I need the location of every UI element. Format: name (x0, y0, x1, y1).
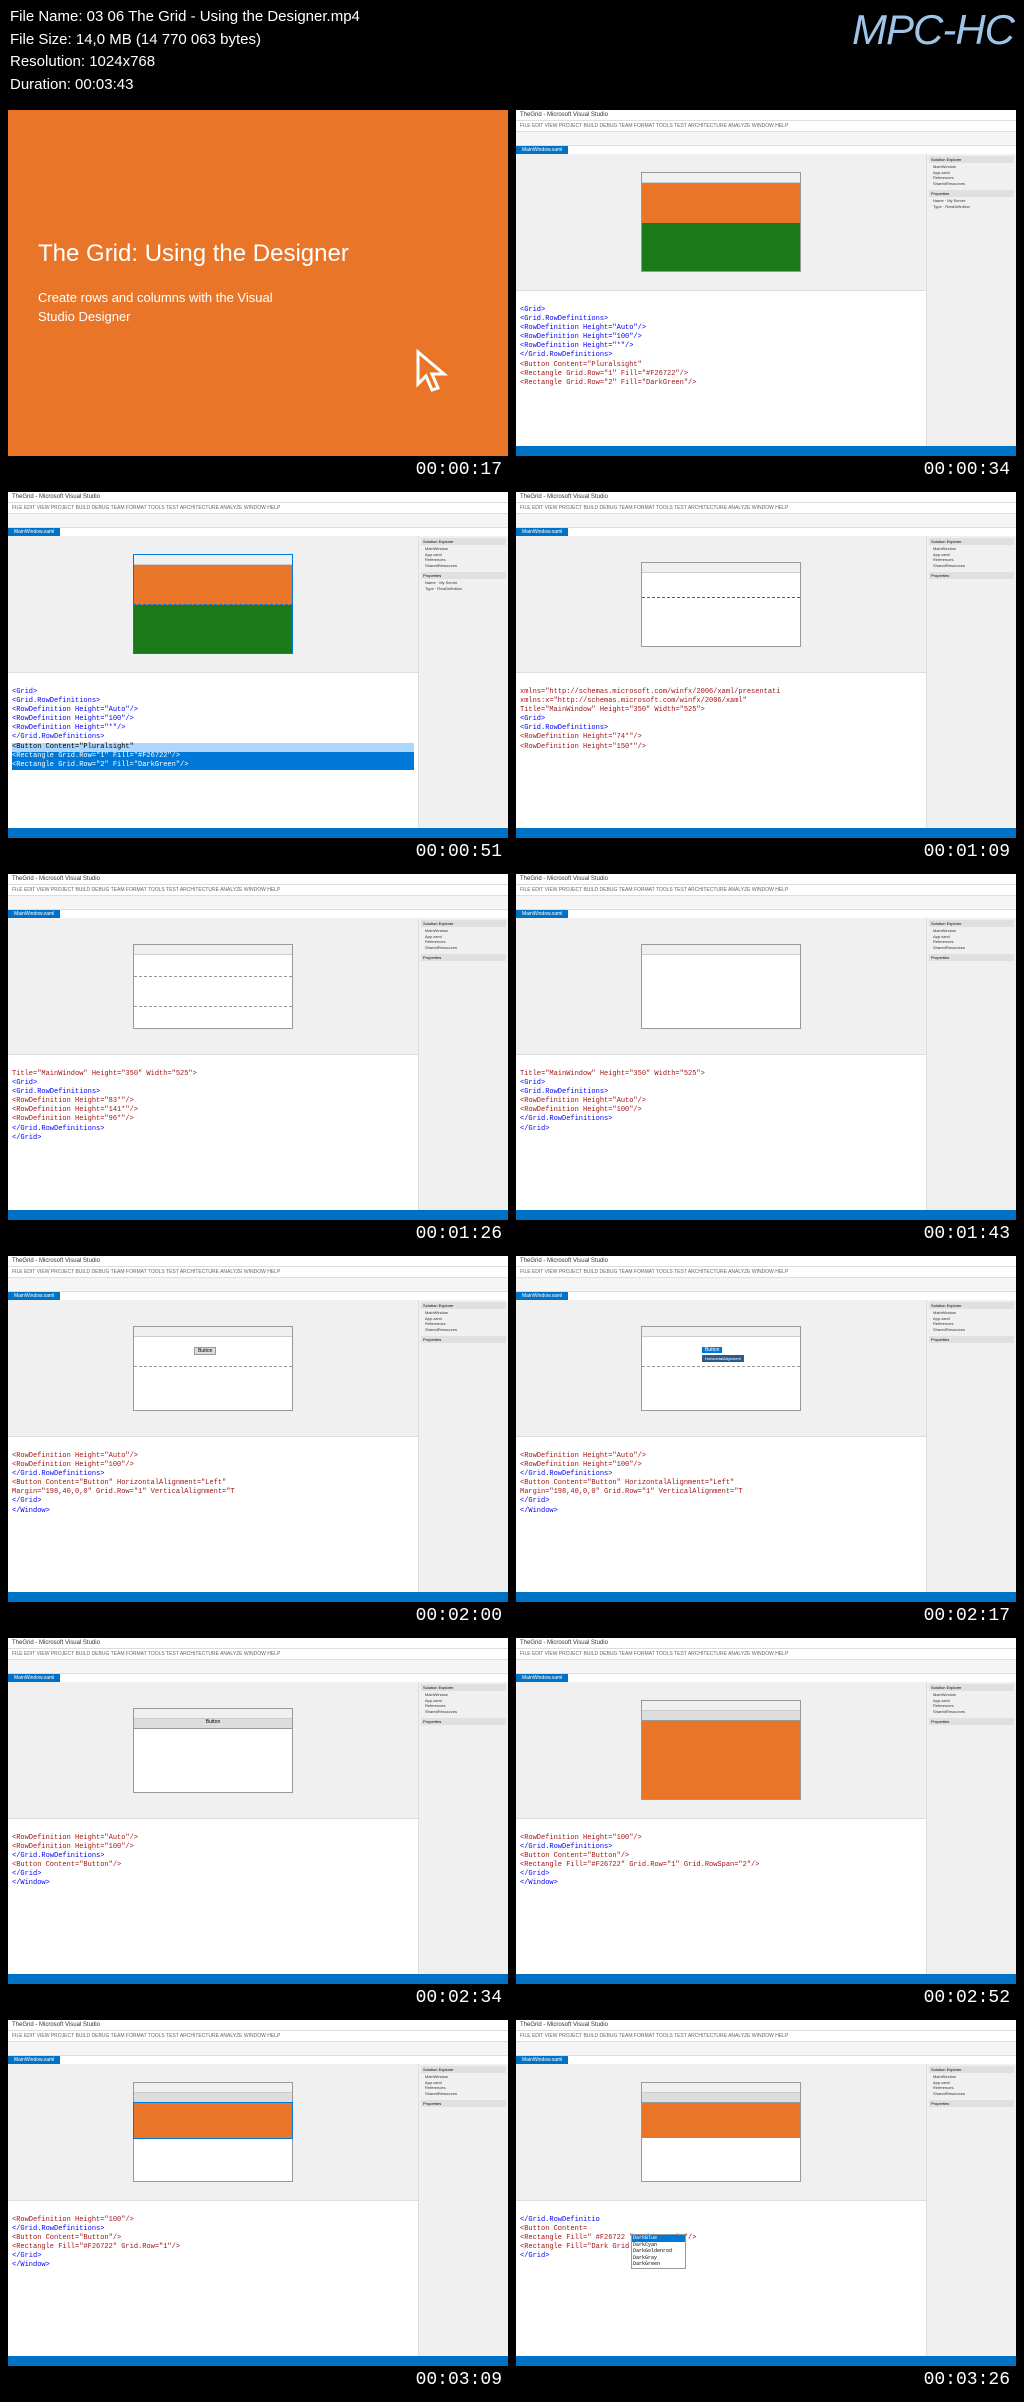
timestamp: 00:02:00 (8, 1602, 508, 1630)
timestamp: 00:02:52 (516, 1984, 1016, 2012)
designer-surface (516, 154, 926, 290)
title-slide: The Grid: Using the Designer Create rows… (8, 110, 508, 456)
duration-label: Duration: 00:03:43 (10, 74, 360, 97)
timestamp: 00:03:09 (8, 2366, 508, 2394)
thumbnail[interactable]: TheGrid - Microsoft Visual StudioFILE ED… (8, 2020, 508, 2394)
code-editor: <Grid> <Grid.RowDefinitions> <RowDefinit… (8, 684, 418, 828)
timestamp: 00:01:26 (8, 1220, 508, 1248)
file-name-label: File Name: 03 06 The Grid - Using the De… (10, 6, 360, 29)
slide-subtitle: Create rows and columns with the Visual … (38, 288, 302, 327)
thumbnail[interactable]: TheGrid - Microsoft Visual Studio FILE E… (8, 492, 508, 866)
thumbnail[interactable]: TheGrid - Microsoft Visual StudioFILE ED… (8, 1256, 508, 1630)
timestamp: 00:00:17 (8, 456, 508, 484)
player-header: File Name: 03 06 The Grid - Using the De… (0, 0, 1024, 102)
intellisense-popup: DarkBlue DarkCyan DarkGoldenrod DarkGray… (631, 2234, 686, 2269)
timestamp: 00:02:34 (8, 1984, 508, 2012)
thumbnail[interactable]: TheGrid - Microsoft Visual StudioFILE ED… (8, 1638, 508, 2012)
thumbnail[interactable]: TheGrid - Microsoft Visual StudioFILE ED… (516, 1256, 1016, 1630)
timestamp: 00:00:51 (8, 838, 508, 866)
code-editor: <Grid> <Grid.RowDefinitions> <RowDefinit… (516, 302, 926, 446)
toolbar (516, 132, 1016, 146)
thumbnail[interactable]: TheGrid - Microsoft Visual StudioFILE ED… (8, 874, 508, 1248)
solution-explorer: Solution Explorer MainWindow App.xaml Re… (926, 154, 1016, 446)
timestamp: 00:03:26 (516, 2366, 1016, 2394)
thumbnail-grid: The Grid: Using the Designer Create rows… (0, 102, 1024, 2402)
thumbnail[interactable]: TheGrid - Microsoft Visual StudioFILE ED… (516, 492, 1016, 866)
file-size-label: File Size: 14,0 MB (14 770 063 bytes) (10, 29, 360, 52)
timestamp: 00:01:43 (516, 1220, 1016, 1248)
window-title: TheGrid - Microsoft Visual Studio (516, 110, 1016, 121)
cursor-icon (410, 348, 458, 396)
thumbnail[interactable]: TheGrid - Microsoft Visual Studio FILE E… (516, 110, 1016, 484)
player-logo: MPC-HC (852, 6, 1014, 54)
thumbnail[interactable]: The Grid: Using the Designer Create rows… (8, 110, 508, 484)
timestamp: 00:01:09 (516, 838, 1016, 866)
thumbnail[interactable]: TheGrid - Microsoft Visual StudioFILE ED… (516, 2020, 1016, 2394)
timestamp: 00:02:17 (516, 1602, 1016, 1630)
vs-window: TheGrid - Microsoft Visual Studio FILE E… (516, 110, 1016, 456)
thumbnail[interactable]: TheGrid - Microsoft Visual StudioFILE ED… (516, 874, 1016, 1248)
timestamp: 00:00:34 (516, 456, 1016, 484)
slide-title: The Grid: Using the Designer (38, 240, 478, 268)
status-bar (516, 446, 1016, 456)
thumbnail[interactable]: TheGrid - Microsoft Visual StudioFILE ED… (516, 1638, 1016, 2012)
resolution-label: Resolution: 1024x768 (10, 51, 360, 74)
menu-bar: FILE EDIT VIEW PROJECT BUILD DEBUG TEAM … (516, 121, 1016, 132)
document-tab: MainWindow.xaml (516, 146, 568, 154)
